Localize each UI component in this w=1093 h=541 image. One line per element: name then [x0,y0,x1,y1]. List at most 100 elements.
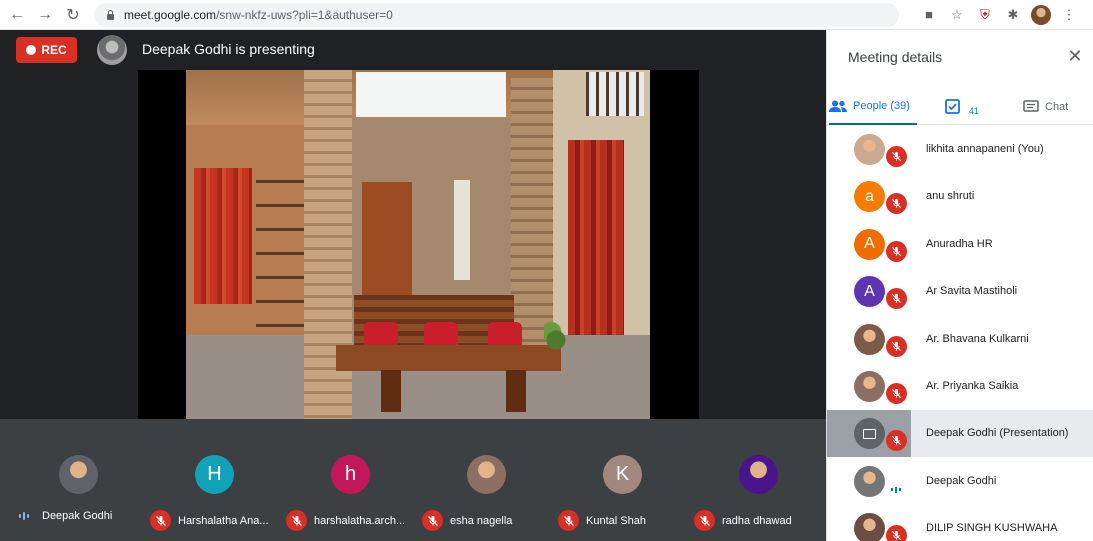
people-list-item[interactable]: Deepak Godhi [827,458,1093,505]
tab-chat[interactable]: Chat [1023,88,1089,125]
participant-tile[interactable]: radha dhawad [694,419,824,541]
person-avatar-area: A [827,268,911,315]
participant-tile[interactable]: esha nagella [422,419,552,541]
lock-icon [106,9,115,20]
recording-badge: REC [16,37,77,63]
participant-avatar [59,455,98,494]
mic-off-icon [422,510,443,531]
person-name: anu shruti [926,190,975,203]
person-avatar-area [827,316,911,363]
person-avatar [854,465,885,497]
url-host: meet.google.com [124,7,217,22]
forward-arrow-icon[interactable]: → [34,4,56,26]
presented-photo [186,70,650,419]
people-list-item[interactable]: Deepak Godhi (Presentation) [827,410,1093,458]
participant-avatar [467,455,506,494]
speaking-indicator-icon [14,510,34,522]
people-list-item[interactable]: DILIP SINGH KUSHWAHA [827,505,1093,541]
extensions-icon[interactable]: ✱ [1003,5,1023,25]
url-path: /snw-nkfz-uws?pli=1&authuser=0 [216,7,393,22]
person-avatar-area [827,410,911,458]
participant-tile[interactable]: Deepak Godhi [14,419,144,541]
person-name: likhita annapaneni (You) [926,143,1044,155]
person-name: DILIP SINGH KUSHWAHA [926,522,1058,535]
person-avatar [854,323,885,355]
panel-title: Meeting details [848,49,943,65]
people-list-item[interactable]: Ar. Priyanka Saikia [827,363,1093,410]
participant-name-row: harshalatha.arch... [286,510,416,531]
chat-icon [1023,99,1039,114]
mic-off-icon [886,383,907,404]
person-avatar-area [827,505,911,541]
participant-avatar: h [331,455,370,494]
mic-off-icon [886,240,907,262]
participant-name-row: Harshalatha Ana... [150,510,280,531]
participant-name-row: Deepak Godhi [14,510,144,522]
back-arrow-icon[interactable]: ← [6,4,28,26]
star-icon[interactable]: ☆ [947,5,967,25]
address-bar[interactable]: meet.google.com /snw-nkfz-uws?pli=1&auth… [94,2,899,27]
tab-chat-label: Chat [1045,100,1069,113]
people-icon [829,100,847,112]
speaking-indicator-icon [888,485,904,495]
participant-name: Harshalatha Ana... [178,514,269,527]
panel-tabs: People (39) 41 Chat [827,88,1093,125]
participant-tile[interactable]: h harshalatha.arch... [286,419,416,541]
reload-icon[interactable]: ↻ [62,4,84,26]
person-name: Ar Savita Mastiholi [926,285,1018,298]
person-name: Anuradha HR [926,237,993,250]
meeting-details-panel: Meeting details ✕ People (39) 41 Chat li… [826,30,1093,541]
tasks-count: 41 [969,105,980,116]
person-avatar [854,371,885,402]
people-list-item[interactable]: likhita annapaneni (You) [827,126,1093,173]
meeting-stage: REC Deepak Godhi is presenting Deepak Go… [0,30,826,541]
people-list-item[interactable]: Ar. Bhavana Kulkarni [827,316,1093,363]
people-list-item[interactable]: a anu shruti [827,173,1093,220]
participant-filmstrip: Deepak Godhi H Harshalatha Ana... h harshala… [0,419,826,541]
people-list-item[interactable]: A Ar Savita Mastiholi [827,268,1093,315]
person-name: Ar. Priyanka Saikia [926,380,1019,392]
tab-tasks[interactable]: 41 [945,88,993,125]
meet-window: ← → ↻ meet.google.com /snw-nkfz-uws?pli=… [0,0,1093,541]
menu-dots-icon[interactable]: ⋮ [1059,5,1079,25]
mic-off-icon [150,510,171,531]
participant-avatar: K [603,455,642,494]
participant-name: esha nagella [450,514,513,527]
participant-name: Deepak Godhi [42,510,113,522]
participant-name: radha dhawad [722,514,792,527]
participant-tile[interactable]: K Kuntal Shah [558,419,688,541]
mic-off-icon [886,146,907,167]
extension-icons: ■ ☆ ⛨ ✱ ⋮ [911,4,1079,25]
person-name: Deepak Godhi (Presentation) [926,427,1069,440]
person-avatar-area [827,126,911,173]
mic-off-icon [886,525,907,541]
people-list-item[interactable]: A Anuradha HR [827,221,1093,268]
mic-off-icon [886,430,907,452]
tab-people-label: People (39) [853,99,910,112]
mic-off-icon [694,510,715,531]
person-avatar-area [827,363,911,410]
people-list: likhita annapaneni (You) a anu shruti A Anur… [827,126,1093,541]
tab-people[interactable]: People (39) [829,88,917,125]
close-icon[interactable]: ✕ [1065,46,1085,66]
shared-screen [138,70,699,419]
mic-off-icon [886,193,907,215]
participant-name: harshalatha.arch... [314,514,406,527]
participant-tile[interactable]: H Harshalatha Ana... [150,419,280,541]
mic-off-icon [558,510,579,531]
record-dot-icon [26,45,37,55]
camera-icon[interactable]: ■ [919,5,939,25]
person-avatar [854,134,885,165]
person-avatar: a [854,181,885,213]
person-avatar-area [827,458,911,505]
present-icon [854,418,885,450]
presenter-avatar [97,35,127,65]
shield-icon[interactable]: ⛨ [975,5,995,25]
profile-avatar-icon[interactable] [1031,4,1051,25]
participant-avatar: H [195,455,234,494]
participant-name-row: Kuntal Shah [558,510,688,531]
presenting-text: Deepak Godhi is presenting [142,41,315,57]
mic-off-icon [286,510,307,531]
mic-off-icon [886,335,907,357]
tasks-icon [945,99,960,114]
